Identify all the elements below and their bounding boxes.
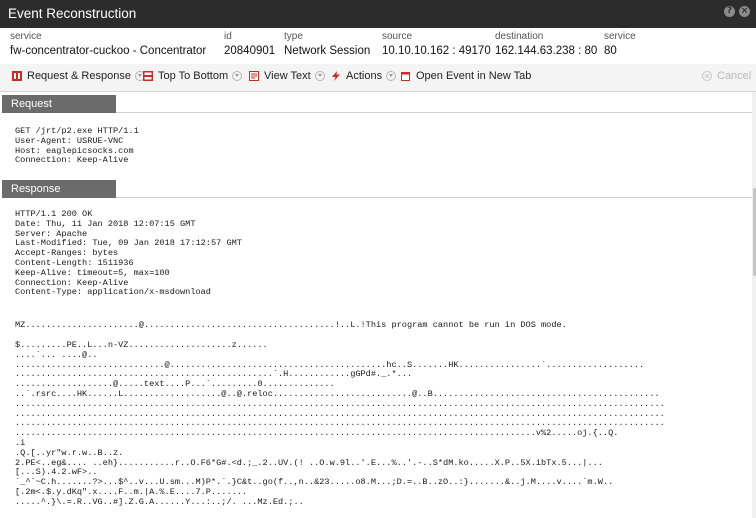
chevron-down-icon [386,71,397,81]
cancel-label: Cancel [717,70,752,82]
meta-service: service fw-concentrator-cuckoo - Concent… [10,31,206,59]
layout-icon [143,71,153,81]
meta-value: fw-concentrator-cuckoo - Concentrator [10,45,207,57]
reconstruction-content: Request GET /jrt/p2.exe HTTP/1.1 User-Ag… [0,92,753,518]
meta-label: destination [495,31,544,42]
meta-port: service 80 [604,31,636,59]
response-headers-text: HTTP/1.1 200 OK Date: Thu, 11 Jan 2018 1… [15,209,242,298]
request-response-dropdown[interactable]: Request & Response [12,70,145,82]
lightning-icon [331,71,341,81]
divider [116,112,752,113]
top-to-bottom-dropdown[interactable]: Top To Bottom [143,70,243,82]
view-text-dropdown[interactable]: View Text [249,70,325,82]
response-mz-line: MZ......................@...............… [15,320,567,330]
chevron-down-icon [314,71,325,81]
meta-label: source [382,31,413,42]
meta-value: 20840901 [224,45,276,57]
meta-type: type Network Session [284,31,370,59]
meta-source: source 10.10.10.162 : 49170 [382,31,491,59]
meta-label: type [284,31,303,42]
meta-value: 10.10.10.162 : 49170 [382,45,491,57]
scrollbar[interactable] [752,92,756,518]
divider [116,197,752,198]
request-text: GET /jrt/p2.exe HTTP/1.1 User-Agent: USR… [15,126,139,166]
external-link-icon [401,71,411,81]
cancel-icon [702,71,712,81]
request-response-icon [12,71,22,81]
meta-value: Network Session [284,45,371,57]
top-to-bottom-label: Top To Bottom [158,70,229,82]
close-icon[interactable]: × [739,6,750,17]
actions-label: Actions [346,70,383,82]
meta-value: 162.144.63.238 : 80 [495,45,598,57]
view-text-icon [249,71,259,81]
meta-label: service [604,31,636,42]
open-new-tab-label: Open Event in New Tab [416,70,532,82]
meta-value: 80 [604,45,617,57]
help-icon[interactable]: ? [724,6,735,17]
title-bar: Event Reconstruction ? × [0,0,756,28]
open-new-tab-button[interactable]: Open Event in New Tab [401,70,531,82]
meta-label: id [224,31,232,42]
chevron-down-icon [232,71,243,81]
meta-destination: destination 162.144.63.238 : 80 [495,31,597,59]
toolbar: Request & Response Top To Bottom View Te… [0,64,756,92]
view-text-label: View Text [264,70,311,82]
request-section-header: Request [2,95,116,113]
meta-label: service [10,31,42,42]
meta-id: id 20840901 [224,31,275,59]
request-response-label: Request & Response [27,70,131,82]
event-meta-bar: service fw-concentrator-cuckoo - Concent… [0,28,756,65]
actions-dropdown[interactable]: Actions [331,70,397,82]
window-controls: ? × [724,6,750,17]
cancel-button[interactable]: Cancel [702,70,751,82]
window-title: Event Reconstruction [8,6,137,21]
response-section-header: Response [2,180,116,198]
response-binary-text: $.........PE..L...n-VZ..................… [15,340,665,507]
